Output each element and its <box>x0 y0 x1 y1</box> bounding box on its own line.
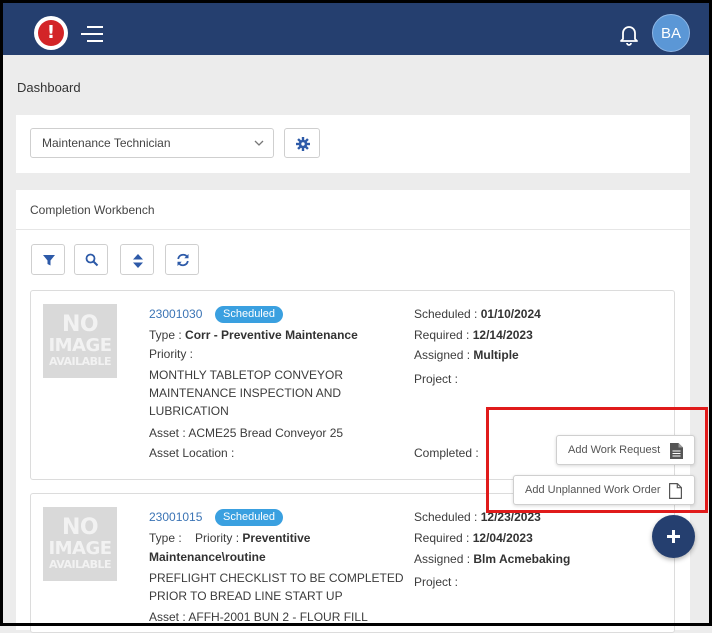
no-image-placeholder: NO IMAGE AVAILABLE <box>43 507 117 581</box>
description-line: LUBRICATION <box>149 404 229 418</box>
type-label: Type : <box>149 328 182 342</box>
type-value: Corr - Preventive Maintenance <box>185 328 358 342</box>
priority-label: Priority : <box>195 531 240 545</box>
no-image-line3: AVAILABLE <box>48 355 112 368</box>
filter-button[interactable] <box>31 244 65 275</box>
scheduled-value: 12/23/2023 <box>480 510 541 524</box>
priority-label: Priority : <box>149 347 194 361</box>
project-label: Project : <box>414 372 459 386</box>
add-work-request-label: Add Work Request <box>568 444 661 456</box>
sort-icon <box>133 254 143 268</box>
asset-value: ACME25 Bread Conveyor 25 <box>188 426 344 440</box>
page-title: Dashboard <box>17 80 81 95</box>
work-order-type-continued: Maintenance\routine <box>149 550 266 564</box>
description-line: PREFLIGHT CHECKLIST TO BE COMPLETED <box>149 571 404 585</box>
app-logo[interactable]: ! <box>34 16 68 50</box>
required-value: 12/14/2023 <box>472 328 533 342</box>
status-badge: Scheduled <box>215 509 283 526</box>
search-icon <box>85 253 99 267</box>
no-image-line1: NO <box>61 515 99 540</box>
assigned-label: Assigned : <box>414 552 471 566</box>
work-order-description: MONTHLY TABLETOP CONVEYOR MAINTENANCE IN… <box>149 366 343 420</box>
workbench-title: Completion Workbench <box>30 203 155 217</box>
add-fab-button[interactable] <box>652 515 695 558</box>
asset-label: Asset : <box>149 426 186 440</box>
scheduled-date: Scheduled : 12/23/2023 <box>414 510 541 524</box>
plus-icon <box>667 530 680 543</box>
filter-icon <box>43 255 55 266</box>
scheduled-value: 01/10/2024 <box>480 307 541 321</box>
work-order-number-link[interactable]: 23001030 <box>149 307 202 321</box>
asset: Asset : AFFH-2001 BUN 2 - FLOUR FILL <box>149 610 368 624</box>
asset: Asset : ACME25 Bread Conveyor 25 <box>149 426 343 440</box>
required-label: Required : <box>414 328 470 342</box>
work-order-type: Type : Priority : Preventitive <box>149 531 310 545</box>
scheduled-label: Scheduled : <box>414 307 478 321</box>
assigned-label: Assigned : <box>414 348 471 362</box>
role-select-value: Maintenance Technician <box>42 136 171 150</box>
status-badge: Scheduled <box>215 306 283 323</box>
sort-button[interactable] <box>120 244 154 275</box>
document-icon <box>670 443 683 459</box>
chevron-down-icon <box>254 140 264 146</box>
assigned-value: Multiple <box>473 348 519 362</box>
role-select[interactable]: Maintenance Technician <box>30 128 274 158</box>
required-date: Required : 12/14/2023 <box>414 328 533 342</box>
blank-document-icon <box>669 483 682 499</box>
type-label: Type : <box>149 531 182 545</box>
hamburger-menu-icon[interactable] <box>81 25 105 43</box>
add-unplanned-work-order-button[interactable]: Add Unplanned Work Order <box>513 475 695 505</box>
required-label: Required : <box>414 531 470 545</box>
search-button[interactable] <box>74 244 108 275</box>
type-value: Maintenance\routine <box>149 550 266 564</box>
work-order-description: PREFLIGHT CHECKLIST TO BE COMPLETED PRIO… <box>149 569 404 605</box>
no-image-line3: AVAILABLE <box>48 558 112 571</box>
description-line: MAINTENANCE INSPECTION AND <box>149 386 342 400</box>
refresh-icon <box>177 253 189 267</box>
required-date: Required : 12/04/2023 <box>414 531 533 545</box>
required-value: 12/04/2023 <box>472 531 533 545</box>
asset-value: AFFH-2001 BUN 2 - FLOUR FILL <box>188 610 368 624</box>
scheduled-date: Scheduled : 01/10/2024 <box>414 307 541 321</box>
asset-location-label: Asset Location : <box>149 446 235 460</box>
gear-icon <box>296 137 310 151</box>
top-navigation-bar: ! BA <box>3 3 709 55</box>
no-image-line2: IMAGE <box>48 335 112 356</box>
add-unplanned-work-order-label: Add Unplanned Work Order <box>525 484 661 496</box>
work-order-type: Type : Corr - Preventive Maintenance <box>149 328 358 342</box>
project-label: Project : <box>414 575 459 589</box>
no-image-line2: IMAGE <box>48 538 112 559</box>
scheduled-label: Scheduled : <box>414 510 478 524</box>
description-line: PRIOR TO BREAD LINE START UP <box>149 589 343 603</box>
notification-bell-icon[interactable] <box>617 22 641 46</box>
asset-label: Asset : <box>149 610 186 624</box>
user-avatar[interactable]: BA <box>652 14 690 52</box>
assigned-to: Assigned : Multiple <box>414 348 519 362</box>
description-line: MONTHLY TABLETOP CONVEYOR <box>149 368 344 382</box>
assigned-value: Blm Acmebaking <box>473 552 571 566</box>
add-work-request-button[interactable]: Add Work Request <box>556 435 695 465</box>
assigned-to: Assigned : Blm Acmebaking <box>414 552 570 566</box>
refresh-button[interactable] <box>165 244 199 275</box>
workbench-divider <box>16 229 690 230</box>
no-image-placeholder: NO IMAGE AVAILABLE <box>43 304 117 378</box>
logo-glyph: ! <box>38 20 64 46</box>
work-order-number-link[interactable]: 23001015 <box>149 510 202 524</box>
dashboard-settings-button[interactable] <box>284 128 320 158</box>
completed-label: Completed : <box>414 446 479 460</box>
no-image-line1: NO <box>61 312 99 337</box>
type-value: Preventitive <box>242 531 311 545</box>
